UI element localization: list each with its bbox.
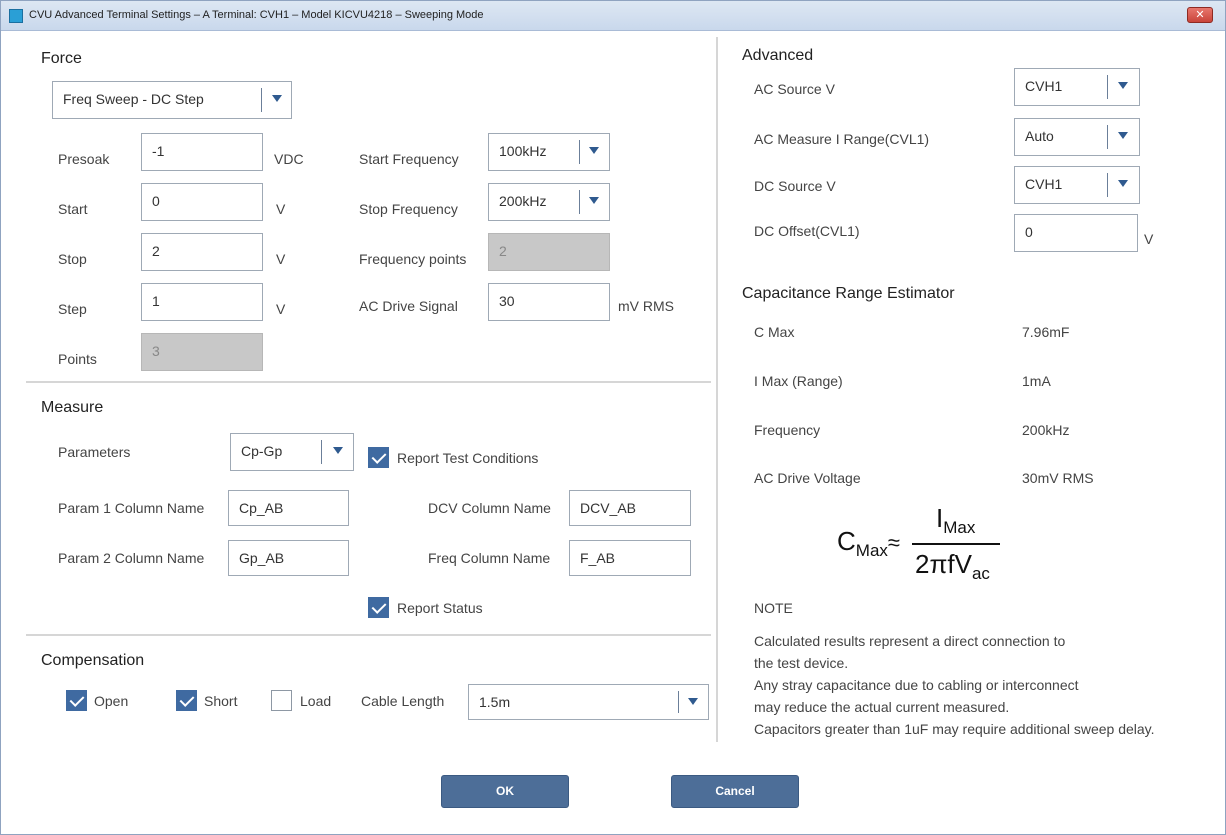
fraction-bar xyxy=(912,543,1000,545)
param1-input[interactable]: Cp_AB xyxy=(228,490,349,526)
force-mode-value: Freq Sweep - DC Step xyxy=(63,91,204,107)
ac-source-v-label: AC Source V xyxy=(754,81,835,97)
stop-frequency-select[interactable]: 200kHz xyxy=(488,183,610,221)
presoak-label: Presoak xyxy=(58,151,110,167)
parameters-select[interactable]: Cp-Gp xyxy=(230,433,354,471)
settings-dialog: CVU Advanced Terminal Settings – A Termi… xyxy=(0,0,1226,835)
ac-drive-signal-label: AC Drive Signal xyxy=(359,298,458,314)
dc-offset-unit: V xyxy=(1144,231,1154,247)
frequency-value: 200kHz xyxy=(1022,422,1070,438)
ac-drive-voltage-label: AC Drive Voltage xyxy=(754,470,861,486)
frequency-label: Frequency xyxy=(754,422,821,438)
c-max-value: 7.96mF xyxy=(1022,324,1070,340)
chevron-down-icon xyxy=(1118,132,1128,139)
ac-drive-signal-input[interactable]: 30 xyxy=(488,283,610,321)
points-label: Points xyxy=(58,351,97,367)
chevron-down-icon xyxy=(1118,82,1128,89)
short-label: Short xyxy=(204,693,238,709)
start-unit: V xyxy=(276,201,286,217)
advanced-title: Advanced xyxy=(742,47,814,64)
start-frequency-label: Start Frequency xyxy=(359,151,459,167)
dcv-input[interactable]: DCV_AB xyxy=(569,490,691,526)
i-max-label: I Max (Range) xyxy=(754,373,843,389)
note-text: Calculated results represent a direct co… xyxy=(754,633,1155,737)
short-checkbox[interactable] xyxy=(176,690,197,711)
dc-offset-label: DC Offset(CVL1) xyxy=(754,223,860,239)
note-title: NOTE xyxy=(754,600,793,616)
start-frequency-select[interactable]: 100kHz xyxy=(488,133,610,171)
stop-input[interactable]: 2 xyxy=(141,233,263,271)
frequency-points-input: 2 xyxy=(488,233,610,271)
chevron-down-icon xyxy=(1118,180,1128,187)
ac-drive-signal-unit: mV RMS xyxy=(618,298,674,314)
stop-frequency-label: Stop Frequency xyxy=(359,201,458,217)
step-input[interactable]: 1 xyxy=(141,283,263,321)
compensation-title: Compensation xyxy=(41,652,145,669)
param1-label: Param 1 Column Name xyxy=(58,500,205,516)
freq-label: Freq Column Name xyxy=(428,550,551,566)
cable-length-label: Cable Length xyxy=(361,693,445,709)
divider xyxy=(26,634,711,636)
points-input: 3 xyxy=(141,333,263,371)
formula-numerator: IMax xyxy=(936,503,976,537)
open-checkbox[interactable] xyxy=(66,690,87,711)
frequency-points-label: Frequency points xyxy=(359,251,467,267)
ac-source-v-select[interactable]: CVH1 xyxy=(1014,68,1140,106)
measure-title: Measure xyxy=(41,399,104,416)
load-label: Load xyxy=(300,693,332,709)
title-bar: CVU Advanced Terminal Settings – A Termi… xyxy=(1,1,1225,31)
report-status-label: Report Status xyxy=(397,600,483,616)
open-label: Open xyxy=(94,693,129,709)
window-title: CVU Advanced Terminal Settings – A Termi… xyxy=(29,9,484,21)
chevron-down-icon xyxy=(589,147,599,154)
force-mode-select[interactable]: Freq Sweep - DC Step xyxy=(52,81,292,119)
start-label: Start xyxy=(58,201,88,217)
presoak-input[interactable]: -1 xyxy=(141,133,263,171)
chevron-down-icon xyxy=(272,95,282,102)
report-status-checkbox[interactable] xyxy=(368,597,389,618)
ac-measure-i-range-select[interactable]: Auto xyxy=(1014,118,1140,156)
dc-source-v-label: DC Source V xyxy=(754,178,836,194)
freq-input[interactable]: F_AB xyxy=(569,540,691,576)
parameters-label: Parameters xyxy=(58,444,131,460)
close-button[interactable]: ✕ xyxy=(1187,7,1213,23)
step-unit: V xyxy=(276,301,286,317)
param2-input[interactable]: Gp_AB xyxy=(228,540,349,576)
chevron-down-icon xyxy=(688,698,698,705)
cancel-button[interactable]: Cancel xyxy=(671,775,799,808)
i-max-value: 1mA xyxy=(1022,373,1051,389)
force-title: Force xyxy=(41,50,82,67)
stop-unit: V xyxy=(276,251,286,267)
load-checkbox[interactable] xyxy=(271,690,292,711)
param2-label: Param 2 Column Name xyxy=(58,550,205,566)
c-max-label: C Max xyxy=(754,324,795,340)
estimator-title: Capacitance Range Estimator xyxy=(742,285,955,302)
formula-denominator: 2πfVac xyxy=(915,549,990,583)
chevron-down-icon xyxy=(333,447,343,454)
stop-label: Stop xyxy=(58,251,87,267)
report-test-conditions-checkbox[interactable] xyxy=(368,447,389,468)
dcv-label: DCV Column Name xyxy=(428,500,551,516)
report-test-conditions-label: Report Test Conditions xyxy=(397,450,539,466)
ac-measure-i-range-label: AC Measure I Range(CVL1) xyxy=(754,131,930,147)
ac-drive-voltage-value: 30mV RMS xyxy=(1022,470,1094,486)
dc-source-v-select[interactable]: CVH1 xyxy=(1014,166,1140,204)
formula: CMax≈ xyxy=(837,526,900,560)
chevron-down-icon xyxy=(589,197,599,204)
divider xyxy=(26,381,711,383)
dc-offset-input[interactable]: 0 xyxy=(1014,214,1138,252)
presoak-unit: VDC xyxy=(274,151,304,167)
ok-button[interactable]: OK xyxy=(441,775,569,808)
app-icon xyxy=(9,9,23,23)
cable-length-select[interactable]: 1.5m xyxy=(468,684,709,720)
start-input[interactable]: 0 xyxy=(141,183,263,221)
vertical-divider xyxy=(716,37,718,742)
step-label: Step xyxy=(58,301,87,317)
